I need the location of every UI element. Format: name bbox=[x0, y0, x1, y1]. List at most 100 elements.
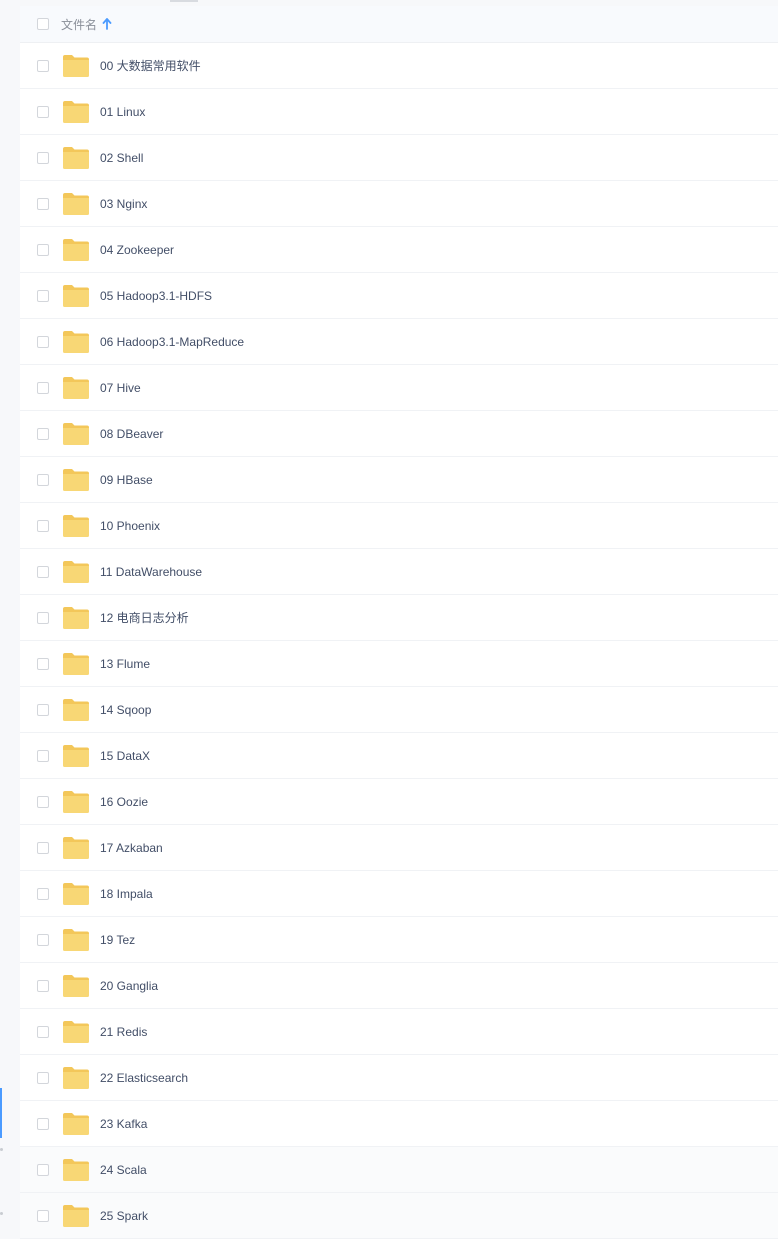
arrow-up-icon[interactable] bbox=[102, 18, 112, 30]
file-name[interactable]: 13 Flume bbox=[100, 657, 150, 671]
file-row[interactable]: 25 Spark bbox=[20, 1193, 778, 1239]
folder-icon[interactable] bbox=[62, 54, 90, 78]
file-name[interactable]: 23 Kafka bbox=[100, 1117, 147, 1131]
file-name[interactable]: 15 DataX bbox=[100, 749, 150, 763]
row-checkbox[interactable] bbox=[37, 611, 49, 624]
row-checkbox[interactable] bbox=[37, 105, 49, 118]
file-row[interactable]: 16 Oozie bbox=[20, 779, 778, 825]
folder-icon[interactable] bbox=[62, 560, 90, 584]
row-checkbox[interactable] bbox=[37, 427, 49, 440]
file-row[interactable]: 24 Scala bbox=[20, 1147, 778, 1193]
folder-icon[interactable] bbox=[62, 284, 90, 308]
folder-icon[interactable] bbox=[62, 836, 90, 860]
file-name[interactable]: 01 Linux bbox=[100, 105, 145, 119]
file-row[interactable]: 20 Ganglia bbox=[20, 963, 778, 1009]
folder-icon[interactable] bbox=[62, 606, 90, 630]
file-name[interactable]: 02 Shell bbox=[100, 151, 143, 165]
row-checkbox[interactable] bbox=[37, 657, 49, 670]
file-name[interactable]: 05 Hadoop3.1-HDFS bbox=[100, 289, 212, 303]
folder-icon[interactable] bbox=[62, 1066, 90, 1090]
row-checkbox[interactable] bbox=[37, 841, 49, 854]
file-name[interactable]: 20 Ganglia bbox=[100, 979, 158, 993]
file-row[interactable]: 15 DataX bbox=[20, 733, 778, 779]
file-row[interactable]: 21 Redis bbox=[20, 1009, 778, 1055]
row-checkbox[interactable] bbox=[37, 1209, 49, 1222]
folder-icon[interactable] bbox=[62, 330, 90, 354]
select-all-checkbox[interactable] bbox=[37, 18, 49, 30]
folder-icon[interactable] bbox=[62, 100, 90, 124]
row-checkbox[interactable] bbox=[37, 1071, 49, 1084]
row-checkbox[interactable] bbox=[37, 151, 49, 164]
file-name[interactable]: 22 Elasticsearch bbox=[100, 1071, 188, 1085]
file-row[interactable]: 19 Tez bbox=[20, 917, 778, 963]
row-checkbox[interactable] bbox=[37, 979, 49, 992]
file-name[interactable]: 03 Nginx bbox=[100, 197, 147, 211]
folder-icon[interactable] bbox=[62, 698, 90, 722]
folder-icon[interactable] bbox=[62, 652, 90, 676]
row-checkbox[interactable] bbox=[37, 1163, 49, 1176]
row-checkbox[interactable] bbox=[37, 335, 49, 348]
file-row[interactable]: 00 大数据常用软件 bbox=[20, 43, 778, 89]
file-name[interactable]: 16 Oozie bbox=[100, 795, 148, 809]
filename-column-header[interactable]: 文件名 bbox=[61, 16, 97, 33]
file-row[interactable]: 02 Shell bbox=[20, 135, 778, 181]
folder-icon[interactable] bbox=[62, 376, 90, 400]
folder-icon[interactable] bbox=[62, 146, 90, 170]
row-checkbox[interactable] bbox=[37, 289, 49, 302]
file-row[interactable]: 11 DataWarehouse bbox=[20, 549, 778, 595]
folder-icon[interactable] bbox=[62, 468, 90, 492]
folder-icon[interactable] bbox=[62, 928, 90, 952]
folder-icon[interactable] bbox=[62, 882, 90, 906]
file-name[interactable]: 08 DBeaver bbox=[100, 427, 163, 441]
folder-icon[interactable] bbox=[62, 744, 90, 768]
row-checkbox[interactable] bbox=[37, 59, 49, 72]
file-name[interactable]: 00 大数据常用软件 bbox=[100, 57, 201, 74]
file-name[interactable]: 19 Tez bbox=[100, 933, 135, 947]
row-checkbox[interactable] bbox=[37, 519, 49, 532]
row-checkbox[interactable] bbox=[37, 703, 49, 716]
file-row[interactable]: 09 HBase bbox=[20, 457, 778, 503]
file-row[interactable]: 04 Zookeeper bbox=[20, 227, 778, 273]
file-row[interactable]: 12 电商日志分析 bbox=[20, 595, 778, 641]
folder-icon[interactable] bbox=[62, 790, 90, 814]
file-row[interactable]: 17 Azkaban bbox=[20, 825, 778, 871]
row-checkbox[interactable] bbox=[37, 933, 49, 946]
row-checkbox[interactable] bbox=[37, 887, 49, 900]
folder-icon[interactable] bbox=[62, 238, 90, 262]
folder-icon[interactable] bbox=[62, 1158, 90, 1182]
folder-icon[interactable] bbox=[62, 1204, 90, 1228]
folder-icon[interactable] bbox=[62, 974, 90, 998]
file-name[interactable]: 18 Impala bbox=[100, 887, 153, 901]
file-row[interactable]: 03 Nginx bbox=[20, 181, 778, 227]
file-name[interactable]: 09 HBase bbox=[100, 473, 153, 487]
folder-icon[interactable] bbox=[62, 192, 90, 216]
row-checkbox[interactable] bbox=[37, 1117, 49, 1130]
file-name[interactable]: 04 Zookeeper bbox=[100, 243, 174, 257]
file-row[interactable]: 05 Hadoop3.1-HDFS bbox=[20, 273, 778, 319]
file-row[interactable]: 06 Hadoop3.1-MapReduce bbox=[20, 319, 778, 365]
row-checkbox[interactable] bbox=[37, 1025, 49, 1038]
file-name[interactable]: 24 Scala bbox=[100, 1163, 147, 1177]
file-row[interactable]: 10 Phoenix bbox=[20, 503, 778, 549]
file-name[interactable]: 25 Spark bbox=[100, 1209, 148, 1223]
file-name[interactable]: 07 Hive bbox=[100, 381, 141, 395]
file-name[interactable]: 14 Sqoop bbox=[100, 703, 151, 717]
file-row[interactable]: 01 Linux bbox=[20, 89, 778, 135]
row-checkbox[interactable] bbox=[37, 381, 49, 394]
row-checkbox[interactable] bbox=[37, 749, 49, 762]
row-checkbox[interactable] bbox=[37, 197, 49, 210]
file-name[interactable]: 12 电商日志分析 bbox=[100, 609, 189, 626]
file-row[interactable]: 22 Elasticsearch bbox=[20, 1055, 778, 1101]
file-name[interactable]: 06 Hadoop3.1-MapReduce bbox=[100, 335, 244, 349]
row-checkbox[interactable] bbox=[37, 795, 49, 808]
folder-icon[interactable] bbox=[62, 422, 90, 446]
file-row[interactable]: 13 Flume bbox=[20, 641, 778, 687]
row-checkbox[interactable] bbox=[37, 243, 49, 256]
file-name[interactable]: 21 Redis bbox=[100, 1025, 147, 1039]
folder-icon[interactable] bbox=[62, 1020, 90, 1044]
file-name[interactable]: 17 Azkaban bbox=[100, 841, 163, 855]
file-name[interactable]: 11 DataWarehouse bbox=[100, 565, 202, 579]
folder-icon[interactable] bbox=[62, 1112, 90, 1136]
file-row[interactable]: 07 Hive bbox=[20, 365, 778, 411]
file-row[interactable]: 14 Sqoop bbox=[20, 687, 778, 733]
